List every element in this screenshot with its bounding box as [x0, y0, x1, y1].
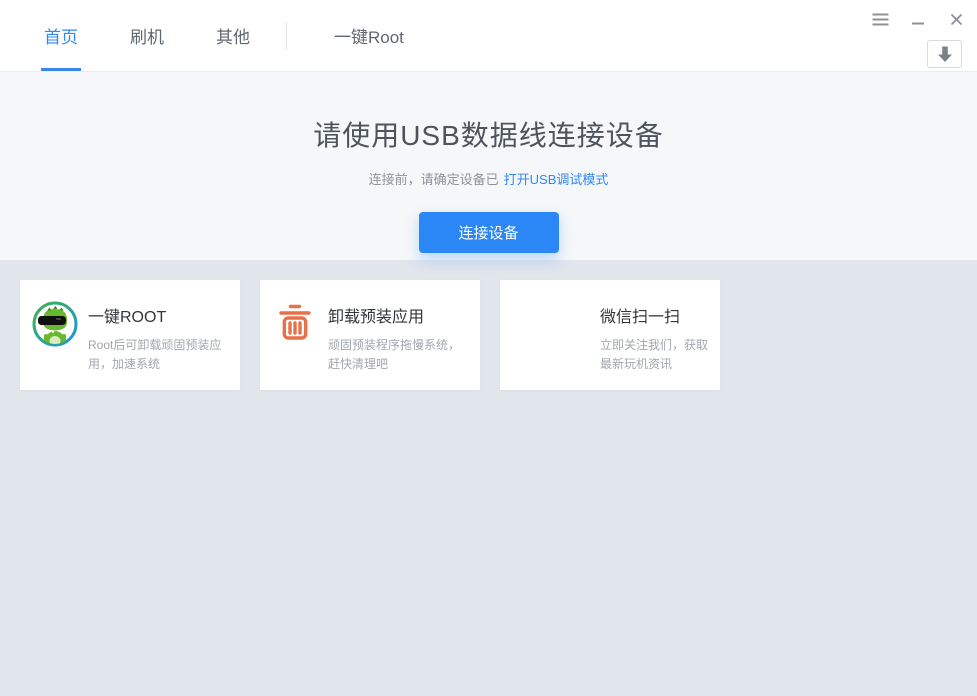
- tab-other[interactable]: 其他: [216, 0, 250, 71]
- app-window: 首页 刷机 其他 一键Root 请使用USB数据线连接设备 连接前，请确定设备已…: [0, 0, 977, 696]
- tab-divider: [286, 21, 287, 50]
- connect-hint-text: 连接前，请确定设备已: [368, 172, 499, 187]
- close-icon[interactable]: [945, 10, 967, 28]
- connect-hint: 连接前，请确定设备已 打开USB调试模式: [0, 169, 977, 188]
- page-title: 请使用USB数据线连接设备: [313, 120, 664, 151]
- connect-device-button[interactable]: 连接设备: [418, 212, 559, 253]
- card-one-key-root[interactable]: 一键ROOT Root后可卸载顽固预装应 用，加速系统: [20, 280, 240, 390]
- card-title: 微信扫一扫: [600, 309, 681, 326]
- tab-one-key-root[interactable]: 一键Root: [334, 0, 404, 71]
- card-description: Root后可卸载顽固预装应 用，加速系统: [88, 338, 222, 371]
- tab-home[interactable]: 首页: [44, 0, 78, 71]
- minimize-icon[interactable]: [907, 10, 929, 28]
- card-wechat-scan[interactable]: 微信扫一扫 立即关注我们，获取 最新玩机资讯: [500, 280, 720, 390]
- card-title: 卸载预装应用: [328, 309, 425, 326]
- card-title: 一键ROOT: [88, 309, 167, 326]
- feature-section: 一键ROOT Root后可卸载顽固预装应 用，加速系统 卸载预装应用 顽固预装程…: [0, 260, 977, 696]
- card-text: 卸载预装应用 顽固预装程序拖慢系统， 赶快清理吧: [328, 303, 473, 374]
- download-button[interactable]: [927, 40, 962, 68]
- feature-cards: 一键ROOT Root后可卸载顽固预装应 用，加速系统 卸载预装应用 顽固预装程…: [20, 280, 957, 390]
- card-text: 微信扫一扫 立即关注我们，获取 最新玩机资讯: [600, 303, 712, 374]
- card-description: 立即关注我们，获取 最新玩机资讯: [600, 338, 709, 371]
- connect-hero: 请使用USB数据线连接设备 连接前，请确定设备已 打开USB调试模式 连接设备: [0, 72, 977, 260]
- card-uninstall-preinstalled[interactable]: 卸载预装应用 顽固预装程序拖慢系统， 赶快清理吧: [260, 280, 480, 390]
- card-text: 一键ROOT Root后可卸载顽固预装应 用，加速系统: [88, 303, 233, 374]
- trash-icon: [276, 302, 314, 347]
- menu-icon[interactable]: [869, 10, 891, 28]
- mascot-root-icon: [32, 301, 78, 352]
- usb-debug-mode-link[interactable]: 打开USB调试模式: [504, 172, 609, 187]
- qr-code-placeholder: [510, 295, 590, 375]
- tab-bar: 首页 刷机 其他 一键Root: [0, 0, 977, 71]
- tab-flash[interactable]: 刷机: [130, 0, 164, 71]
- navbar: 首页 刷机 其他 一键Root: [0, 0, 977, 72]
- card-description: 顽固预装程序拖慢系统， 赶快清理吧: [328, 338, 461, 371]
- window-controls: [853, 10, 967, 28]
- download-arrow-icon: [937, 46, 952, 62]
